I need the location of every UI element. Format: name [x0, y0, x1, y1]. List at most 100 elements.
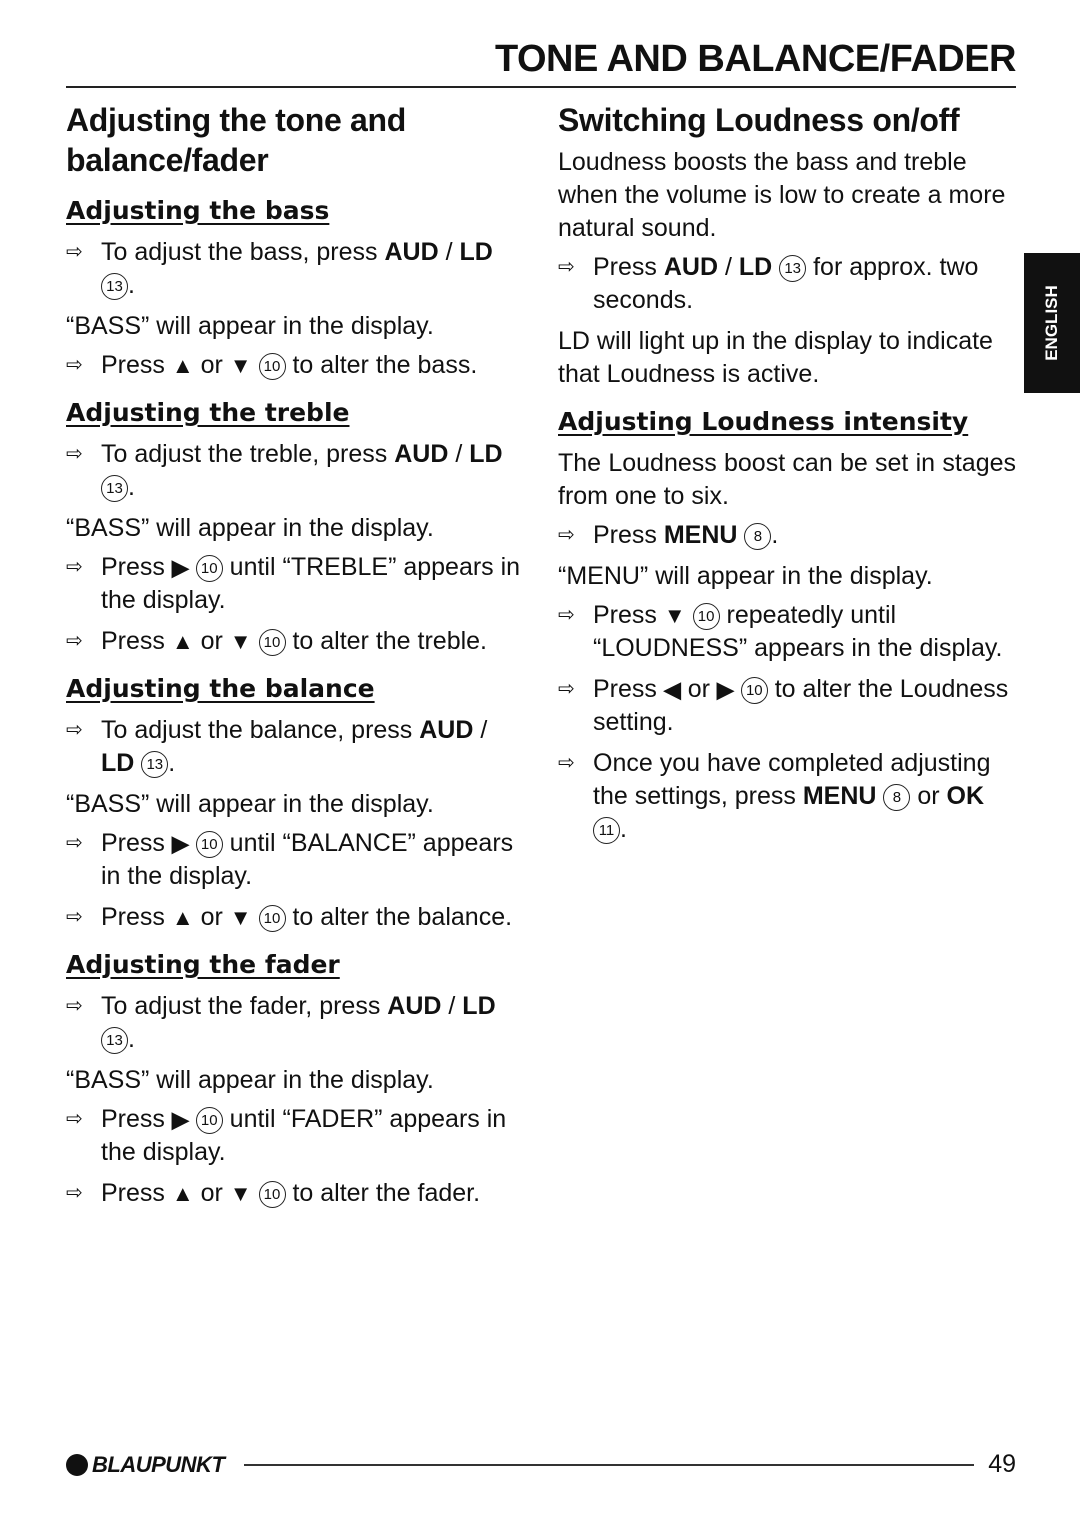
button-label: AUD [387, 992, 442, 1020]
step-arrow-icon: ⇨ [558, 678, 575, 700]
control-number-badge: 10 [258, 905, 286, 932]
right-column: Switching Loudness on/off Loudness boost… [558, 100, 1016, 854]
right-heading: Switching Loudness on/off [558, 102, 960, 138]
arrow-key-icon: ▲ [171, 1181, 194, 1206]
control-number-badge: 8 [744, 523, 772, 550]
button-label: AUD [394, 440, 449, 468]
arrow-key-icon: ◀ [663, 677, 681, 702]
button-label: OK [946, 782, 985, 810]
paragraph: “BASS” will appear in the display. [66, 514, 434, 542]
arrow-key-icon: ▶ [171, 555, 189, 580]
instruction-step: ⇨ Press ▼ 10 repeatedly until “LOUDNESS” … [558, 601, 1003, 662]
arrow-key-icon: ▲ [171, 353, 194, 378]
control-number-badge: 10 [195, 1107, 223, 1134]
button-label: LD [469, 440, 503, 468]
arrow-key-icon: ▶ [716, 677, 734, 702]
step-arrow-icon: ⇨ [558, 752, 575, 774]
page-number: 49 [988, 1450, 1016, 1478]
instruction-step: ⇨ To adjust the fader, press AUD / LD 13. [66, 992, 496, 1054]
button-label: LD [462, 992, 496, 1020]
step-arrow-icon: ⇨ [66, 719, 83, 741]
step-arrow-icon: ⇨ [66, 354, 83, 376]
section: Adjusting the treble ⇨ To adjust the trebl… [66, 396, 526, 658]
step-arrow-icon: ⇨ [66, 443, 83, 465]
paragraph: “BASS” will appear in the display. [66, 790, 434, 818]
step-arrow-icon: ⇨ [66, 1182, 83, 1204]
button-label: AUD [663, 253, 719, 281]
left-heading: Adjusting the tone and balance/fader [66, 102, 407, 178]
right-intro: Loudness boosts the bass and treble when… [558, 146, 1016, 391]
control-number-badge: 10 [258, 353, 286, 380]
step-arrow-icon: ⇨ [558, 256, 575, 278]
arrow-key-icon: ▼ [663, 603, 686, 628]
control-number-badge: 10 [258, 1181, 286, 1208]
paragraph: “BASS” will appear in the display. [66, 1066, 434, 1094]
instruction-step: ⇨ Press ▲ or ▼ 10 to alter the balance. [66, 901, 526, 934]
instruction-step: ⇨ To adjust the balance, press AUD / LD 1… [66, 716, 488, 778]
step-arrow-icon: ⇨ [66, 630, 83, 652]
paragraph: Loudness boosts the bass and treble when… [558, 148, 1006, 242]
button-label: LD [459, 238, 493, 266]
arrow-key-icon: ▲ [171, 629, 194, 654]
instruction-step: ⇨ Press ▶ 10 until “FADER” appears in the… [66, 1105, 507, 1166]
step-arrow-icon: ⇨ [66, 241, 83, 263]
arrow-key-icon: ▼ [229, 629, 252, 654]
instruction-step: ⇨ To adjust the treble, press AUD / LD 13… [66, 440, 503, 502]
step-arrow-icon: ⇨ [558, 604, 575, 626]
step-arrow-icon: ⇨ [66, 1108, 83, 1130]
section-subheading: Adjusting the fader [66, 950, 340, 979]
brand-logo: BLAUPUNKT [66, 1452, 225, 1478]
arrow-key-icon: ▼ [229, 353, 252, 378]
section-subheading: Adjusting the bass [66, 196, 330, 225]
page-title: TONE AND BALANCE/FADER [494, 38, 1017, 80]
instruction-step: ⇨ Press ▶ 10 until “BALANCE” appears in t… [66, 829, 514, 890]
button-label: AUD [419, 716, 474, 744]
right-sections: Adjusting Loudness intensity The Loudness… [558, 405, 1016, 846]
section: Adjusting the fader ⇨ To adjust the fader,… [66, 948, 526, 1210]
control-number-badge: 10 [195, 831, 223, 858]
control-number-badge: 10 [195, 555, 223, 582]
instruction-step: ⇨ Press AUD / LD 13 for approx. two secon… [558, 253, 979, 314]
step-arrow-icon: ⇨ [66, 906, 83, 928]
arrow-key-icon: ▶ [171, 1107, 189, 1132]
section-subheading: Adjusting the balance [66, 674, 375, 703]
control-number-badge: 13 [101, 273, 128, 300]
button-label: AUD [384, 238, 439, 266]
language-tab: ENGLISH [1024, 253, 1080, 393]
section: Adjusting the bass ⇨ To adjust the bass, p… [66, 194, 526, 382]
control-number-badge: 10 [740, 677, 768, 704]
section: Adjusting Loudness intensity The Loudness… [558, 405, 1016, 846]
paragraph: “MENU” will appear in the display. [558, 562, 933, 590]
control-number-badge: 10 [258, 629, 286, 656]
control-number-badge: 13 [141, 751, 169, 778]
arrow-key-icon: ▲ [171, 905, 194, 930]
language-label: ENGLISH [1042, 285, 1061, 361]
control-number-badge: 10 [692, 603, 720, 630]
section-subheading: Adjusting Loudness intensity [558, 407, 969, 436]
arrow-key-icon: ▼ [229, 905, 252, 930]
instruction-step: ⇨ Press ▲ or ▼ 10 to alter the fader. [66, 1177, 526, 1210]
step-arrow-icon: ⇨ [66, 556, 83, 578]
control-number-badge: 13 [779, 255, 807, 282]
instruction-step: ⇨ Press ▲ or ▼ 10 to alter the treble. [66, 625, 526, 658]
brand-name: BLAUPUNKT [92, 1452, 225, 1477]
left-sections: Adjusting the bass ⇨ To adjust the bass, p… [66, 194, 526, 1210]
left-column: Adjusting the tone and balance/fader Adj… [66, 100, 526, 1218]
control-number-badge: 13 [101, 1027, 128, 1054]
instruction-step: ⇨ Press ▲ or ▼ 10 to alter the bass. [66, 349, 526, 382]
header-rule [66, 86, 1016, 88]
step-arrow-icon: ⇨ [66, 832, 83, 854]
logo-dot-icon [66, 1454, 88, 1476]
instruction-step: ⇨ To adjust the bass, press AUD / LD 13. [66, 238, 493, 300]
section: Adjusting the balance ⇨ To adjust the bala… [66, 672, 526, 934]
instruction-step: ⇨ Once you have completed adjusting the s… [558, 749, 991, 844]
control-number-badge: 8 [883, 784, 911, 811]
paragraph: The Loudness boost can be set in stages … [558, 449, 1016, 510]
arrow-key-icon: ▶ [171, 831, 189, 856]
button-label: LD [101, 749, 135, 777]
step-arrow-icon: ⇨ [558, 524, 575, 546]
section-subheading: Adjusting the treble [66, 398, 350, 427]
instruction-step: ⇨ Press MENU 8. [558, 519, 1016, 552]
button-label: MENU [663, 521, 738, 549]
footer-rule [244, 1464, 974, 1466]
